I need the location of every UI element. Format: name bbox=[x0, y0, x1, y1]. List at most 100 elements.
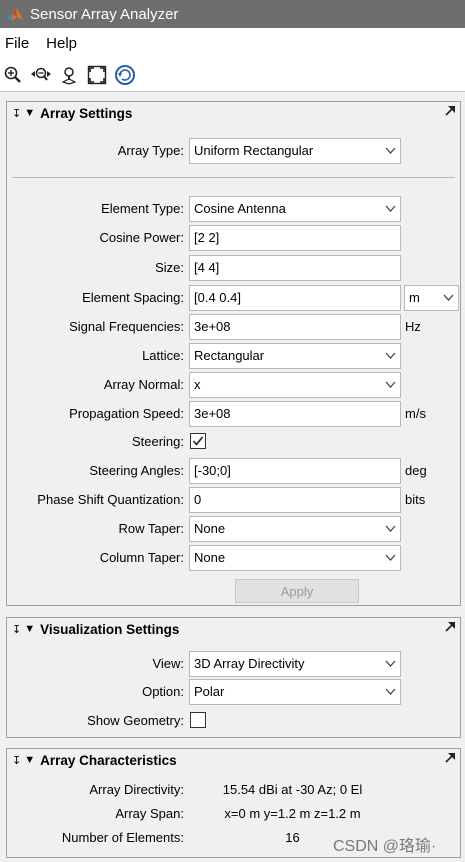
menu-help[interactable]: Help bbox=[41, 35, 82, 52]
pan-icon[interactable] bbox=[58, 64, 80, 86]
directivity-value: 15.54 dBi at -30 Az; 0 El bbox=[222, 782, 363, 797]
column-taper-value: None bbox=[194, 550, 226, 565]
span-value: x=0 m y=1.2 m z=1.2 m bbox=[224, 806, 361, 821]
undock-icon[interactable] bbox=[445, 622, 455, 632]
propagation-speed-input[interactable]: 3e+08 bbox=[189, 401, 401, 427]
show-geometry-row: Show Geometry: bbox=[7, 708, 460, 734]
bits-unit: bits bbox=[405, 492, 426, 507]
toolbar bbox=[0, 58, 465, 92]
zoom-in-icon[interactable] bbox=[2, 64, 24, 86]
title-bar: Sensor Array Analyzer bbox=[0, 0, 465, 28]
row-taper-label: Row Taper: bbox=[118, 521, 184, 536]
spacing-unit-value: m bbox=[409, 290, 420, 305]
view-row: View: 3D Array Directivity bbox=[7, 651, 460, 677]
lattice-value: Rectangular bbox=[194, 348, 265, 363]
menu-bar: File Help bbox=[0, 28, 465, 58]
show-geometry-checkbox[interactable] bbox=[190, 712, 206, 728]
size-row: Size: [4 4] bbox=[7, 255, 460, 281]
cosine-power-label: Cosine Power: bbox=[99, 230, 184, 245]
undock-icon[interactable] bbox=[445, 753, 455, 763]
array-settings-panel: ↧ ▼ Array Settings Array Type: Uniform R… bbox=[6, 101, 461, 606]
num-elements-label: Number of Elements: bbox=[61, 830, 184, 845]
element-type-label: Element Type: bbox=[101, 201, 184, 216]
divider bbox=[12, 177, 455, 178]
zoom-out-icon[interactable] bbox=[30, 64, 52, 86]
lattice-row: Lattice: Rectangular bbox=[7, 343, 460, 369]
element-type-dropdown[interactable]: Cosine Antenna bbox=[189, 196, 401, 222]
option-label: Option: bbox=[142, 684, 184, 699]
phase-shift-row: Phase Shift Quantization: 0 bits bbox=[7, 487, 460, 513]
matlab-logo-icon bbox=[7, 7, 23, 21]
phase-shift-input[interactable]: 0 bbox=[189, 487, 401, 513]
column-taper-label: Column Taper: bbox=[99, 550, 184, 565]
fit-to-view-icon[interactable] bbox=[86, 64, 108, 86]
signal-frequencies-row: Signal Frequencies: 3e+08 Hz bbox=[7, 314, 460, 340]
cosine-power-input[interactable]: [2 2] bbox=[189, 225, 401, 251]
array-type-dropdown[interactable]: Uniform Rectangular bbox=[189, 138, 401, 164]
element-spacing-input[interactable]: [0.4 0.4] bbox=[189, 285, 401, 311]
steering-angles-input[interactable]: [-30;0] bbox=[189, 458, 401, 484]
panel-title: Array Settings bbox=[40, 105, 133, 121]
row-taper-value: None bbox=[194, 521, 226, 536]
array-settings-header[interactable]: ↧ ▼ Array Settings bbox=[7, 102, 460, 124]
pin-icon[interactable]: ↧ bbox=[12, 623, 21, 636]
chevron-down-icon bbox=[385, 525, 396, 532]
lattice-label: Lattice: bbox=[142, 348, 184, 363]
span-row: Array Span: x=0 m y=1.2 m z=1.2 m bbox=[7, 803, 460, 825]
chevron-down-icon bbox=[385, 381, 396, 388]
chevron-down-icon bbox=[385, 147, 396, 154]
view-dropdown[interactable]: 3D Array Directivity bbox=[189, 651, 401, 677]
column-taper-dropdown[interactable]: None bbox=[189, 545, 401, 571]
steering-row: Steering: bbox=[7, 429, 460, 455]
pin-icon[interactable]: ↧ bbox=[12, 754, 21, 767]
steering-checkbox[interactable] bbox=[190, 433, 206, 449]
panel-title: Array Characteristics bbox=[40, 752, 177, 768]
speed-unit: m/s bbox=[405, 406, 426, 421]
element-spacing-label: Element Spacing: bbox=[82, 290, 184, 305]
angle-unit: deg bbox=[405, 463, 427, 478]
lattice-dropdown[interactable]: Rectangular bbox=[189, 343, 401, 369]
signal-frequencies-input[interactable]: 3e+08 bbox=[189, 314, 401, 340]
array-type-value: Uniform Rectangular bbox=[194, 143, 314, 158]
size-input[interactable]: [4 4] bbox=[189, 255, 401, 281]
element-spacing-row: Element Spacing: [0.4 0.4] m bbox=[7, 285, 460, 311]
apply-button[interactable]: Apply bbox=[235, 579, 359, 603]
row-taper-dropdown[interactable]: None bbox=[189, 516, 401, 542]
array-characteristics-header[interactable]: ↧ ▼ Array Characteristics bbox=[7, 749, 460, 771]
visualization-settings-header[interactable]: ↧ ▼ Visualization Settings bbox=[7, 618, 460, 640]
view-value: 3D Array Directivity bbox=[194, 656, 305, 671]
spacing-unit-dropdown[interactable]: m bbox=[404, 285, 459, 311]
steering-label: Steering: bbox=[131, 434, 184, 449]
view-label: View: bbox=[152, 656, 184, 671]
option-value: Polar bbox=[194, 684, 225, 699]
option-dropdown[interactable]: Polar bbox=[189, 679, 401, 705]
pin-icon[interactable]: ↧ bbox=[12, 107, 21, 120]
show-geometry-label: Show Geometry: bbox=[87, 713, 184, 728]
chevron-down-icon bbox=[385, 352, 396, 359]
collapse-triangle-icon[interactable]: ▼ bbox=[24, 107, 35, 119]
array-normal-row: Array Normal: x bbox=[7, 372, 460, 398]
chevron-down-icon bbox=[443, 294, 454, 301]
column-taper-row: Column Taper: None bbox=[7, 545, 460, 571]
chevron-down-icon bbox=[385, 688, 396, 695]
array-type-row: Array Type: Uniform Rectangular bbox=[7, 138, 460, 164]
rotate-icon[interactable] bbox=[114, 64, 136, 86]
chevron-down-icon bbox=[385, 205, 396, 212]
chevron-down-icon bbox=[385, 554, 396, 561]
steering-angles-row: Steering Angles: [-30;0] deg bbox=[7, 458, 460, 484]
propagation-speed-label: Propagation Speed: bbox=[69, 406, 184, 421]
undock-icon[interactable] bbox=[445, 106, 455, 116]
array-normal-dropdown[interactable]: x bbox=[189, 372, 401, 398]
signal-frequencies-label: Signal Frequencies: bbox=[69, 319, 184, 334]
collapse-triangle-icon[interactable]: ▼ bbox=[24, 623, 35, 635]
window-title: Sensor Array Analyzer bbox=[30, 5, 179, 23]
collapse-triangle-icon[interactable]: ▼ bbox=[24, 754, 35, 766]
element-type-row: Element Type: Cosine Antenna bbox=[7, 196, 460, 222]
span-label: Array Span: bbox=[115, 806, 184, 821]
menu-file[interactable]: File bbox=[0, 35, 34, 52]
array-normal-value: x bbox=[194, 377, 201, 392]
propagation-speed-row: Propagation Speed: 3e+08 m/s bbox=[7, 401, 460, 427]
steering-angles-label: Steering Angles: bbox=[89, 463, 184, 478]
array-type-label: Array Type: bbox=[117, 143, 184, 158]
chevron-down-icon bbox=[385, 660, 396, 667]
